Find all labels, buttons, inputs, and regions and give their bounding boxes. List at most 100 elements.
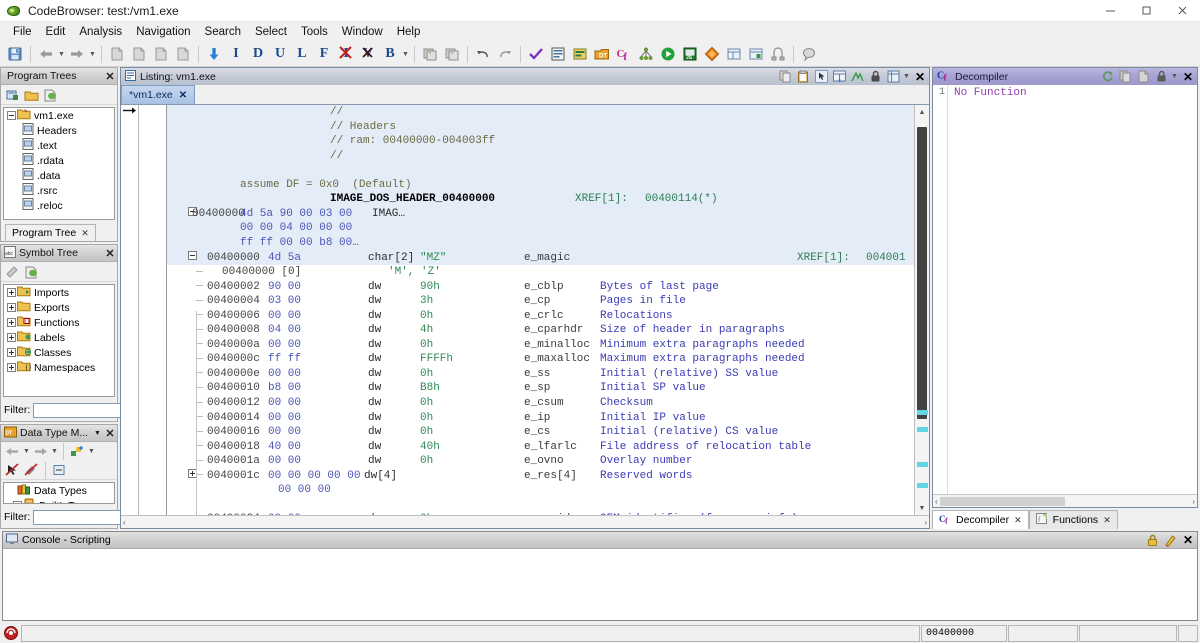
- listing-field[interactable]: 00 00: [268, 454, 301, 469]
- menu-search[interactable]: Search: [198, 24, 248, 40]
- listing-line[interactable]: 0040001a00 00dw0he_ovnoOverlay number: [167, 454, 914, 469]
- scrollbar-marker[interactable]: [917, 410, 928, 415]
- listing-field[interactable]: 4h: [420, 323, 433, 338]
- expander-icon[interactable]: [6, 302, 17, 313]
- run-script-icon[interactable]: [657, 43, 679, 65]
- forward-arrow-icon[interactable]: [66, 43, 88, 65]
- menu-window[interactable]: Window: [335, 24, 390, 40]
- listing-field[interactable]: dw: [368, 440, 381, 455]
- listing-field[interactable]: 00400004: [207, 294, 260, 309]
- listing-field[interactable]: 00400010: [207, 381, 260, 396]
- listing-field[interactable]: 00400018: [207, 440, 260, 455]
- listing-field[interactable]: Bytes of last page: [600, 280, 719, 295]
- tree-node-text[interactable]: .text: [4, 138, 114, 153]
- listing-field[interactable]: e_maxalloc: [524, 352, 590, 367]
- listing-field[interactable]: XREF[1]:: [575, 192, 628, 207]
- listing-field[interactable]: b8 00: [268, 381, 301, 396]
- copy-icon[interactable]: [776, 69, 794, 85]
- listing-field[interactable]: 00400012: [207, 396, 260, 411]
- listing-field[interactable]: e_cblp: [524, 280, 564, 295]
- listing-field[interactable]: 40h: [420, 440, 440, 455]
- listing-field[interactable]: 00 00: [268, 396, 301, 411]
- listing-field[interactable]: 0040001c: [207, 469, 260, 484]
- console-output[interactable]: [3, 549, 1197, 620]
- listing-field[interactable]: 00400006: [207, 309, 260, 324]
- decompiler-close-icon[interactable]: ✕: [1179, 69, 1197, 85]
- listing-field[interactable]: e_magic: [524, 251, 570, 266]
- listing-field[interactable]: 004001: [866, 251, 906, 266]
- listing-line[interactable]: //: [167, 105, 914, 120]
- tree-node-headers[interactable]: Headers: [4, 123, 114, 138]
- scrollbar-marker[interactable]: [917, 462, 928, 467]
- clear-console-icon[interactable]: [1161, 532, 1179, 548]
- save-icon[interactable]: [4, 43, 26, 65]
- snapshot-icon[interactable]: [1152, 69, 1170, 85]
- expander-icon[interactable]: [6, 287, 17, 298]
- lock-icon[interactable]: [1143, 532, 1161, 548]
- listing-field[interactable]: dw: [368, 338, 381, 353]
- tab-close-icon[interactable]: ✕: [81, 228, 89, 239]
- listing-field[interactable]: e_lfarlc: [524, 440, 577, 455]
- bookmarks-icon[interactable]: [701, 43, 723, 65]
- listing-field[interactable]: 0h: [420, 367, 433, 382]
- browser-options-caret-icon[interactable]: ▼: [902, 67, 911, 87]
- hscroll-right-icon[interactable]: ›: [924, 518, 927, 527]
- listing-field[interactable]: Initial SP value: [600, 381, 706, 396]
- new-window-icon[interactable]: [441, 43, 463, 65]
- collapse-all-icon[interactable]: [50, 461, 69, 479]
- label-toggle-icon[interactable]: L: [291, 43, 313, 65]
- listing-code-area[interactable]: //// Headers// ram: 00400000-004003ff//a…: [167, 105, 914, 515]
- listing-line[interactable]: 004000004d 5achar[2]"MZ"e_magicXREF[1]:0…: [167, 251, 914, 266]
- menu-file[interactable]: File: [6, 24, 39, 40]
- goto-down-arrow-icon[interactable]: [203, 43, 225, 65]
- listing-field[interactable]: dw: [368, 280, 381, 295]
- tree-node-imports[interactable]: Imports: [4, 285, 114, 300]
- listing-field[interactable]: e_oemid: [524, 512, 570, 515]
- listing-line[interactable]: 0040001200 00dw0he_csumChecksum: [167, 396, 914, 411]
- listing-field[interactable]: IMAG…: [372, 207, 405, 222]
- listing-field[interactable]: Maximum extra paragraphs needed: [600, 352, 805, 367]
- tree-node-labels[interactable]: Labels: [4, 330, 114, 345]
- listing-line[interactable]: 00 00 00: [167, 483, 914, 498]
- copy-icon[interactable]: [1116, 69, 1134, 85]
- listing-field[interactable]: 0h: [420, 309, 433, 324]
- listing-field[interactable]: 90h: [420, 280, 440, 295]
- hscroll-right-icon[interactable]: ›: [1192, 497, 1195, 506]
- listing-field[interactable]: e_crlc: [524, 309, 564, 324]
- tab-program-tree[interactable]: Program Tree ✕: [5, 224, 96, 241]
- expander-icon[interactable]: [12, 500, 23, 504]
- defined-strings-icon[interactable]: [745, 43, 767, 65]
- program-trees-close-icon[interactable]: ✕: [103, 70, 117, 83]
- listing-field[interactable]: "MZ": [420, 251, 446, 266]
- listing-field[interactable]: dw: [368, 411, 381, 426]
- listing-field[interactable]: 00 00: [268, 512, 301, 515]
- listing-horizontal-scrollbar[interactable]: ‹ ›: [121, 515, 929, 528]
- tree-node-classes[interactable]: C Classes: [4, 345, 114, 360]
- data-type-manager-dropdown-icon[interactable]: ▼: [92, 430, 103, 437]
- redo-icon[interactable]: [494, 43, 516, 65]
- listing-line[interactable]: 00400010b8 00dwB8he_spInitial SP value: [167, 381, 914, 396]
- listing-line[interactable]: 004000004d 5a 90 00 03 00IMAG…: [167, 207, 914, 222]
- listing-field[interactable]: 0h: [420, 512, 433, 515]
- listing-field[interactable]: XREF[1]:: [797, 251, 850, 266]
- next-data-icon[interactable]: [150, 43, 172, 65]
- listing-field[interactable]: 0040001a: [207, 454, 260, 469]
- tree-node-reloc[interactable]: .reloc: [4, 198, 114, 213]
- tree-node-vm1exe[interactable]: vm1.exe: [4, 108, 114, 123]
- back-arrow-icon[interactable]: [3, 443, 22, 461]
- listing-field[interactable]: dw: [368, 294, 381, 309]
- tab-vm1exe[interactable]: *vm1.exe ✕: [121, 85, 195, 104]
- listing-field[interactable]: 00400016: [207, 425, 260, 440]
- expander-icon[interactable]: [6, 317, 17, 328]
- listing-field[interactable]: Initial IP value: [600, 411, 706, 426]
- listing-field[interactable]: 90 00: [268, 280, 301, 295]
- listing-field[interactable]: 00400008: [207, 323, 260, 338]
- listing-line[interactable]: 0040001600 00dw0he_csInitial (relative) …: [167, 425, 914, 440]
- refresh-icon[interactable]: [1098, 69, 1116, 85]
- listing-field[interactable]: Initial (relative) SS value: [600, 367, 778, 382]
- function-toggle-icon[interactable]: F: [313, 43, 335, 65]
- listing-line[interactable]: 0040000e00 00dw0he_ssInitial (relative) …: [167, 367, 914, 382]
- listing-line[interactable]: 0040001400 00dw0he_ipInitial IP value: [167, 411, 914, 426]
- listing-field[interactable]: 00400000: [192, 207, 245, 222]
- select-cursor-icon[interactable]: [812, 69, 830, 85]
